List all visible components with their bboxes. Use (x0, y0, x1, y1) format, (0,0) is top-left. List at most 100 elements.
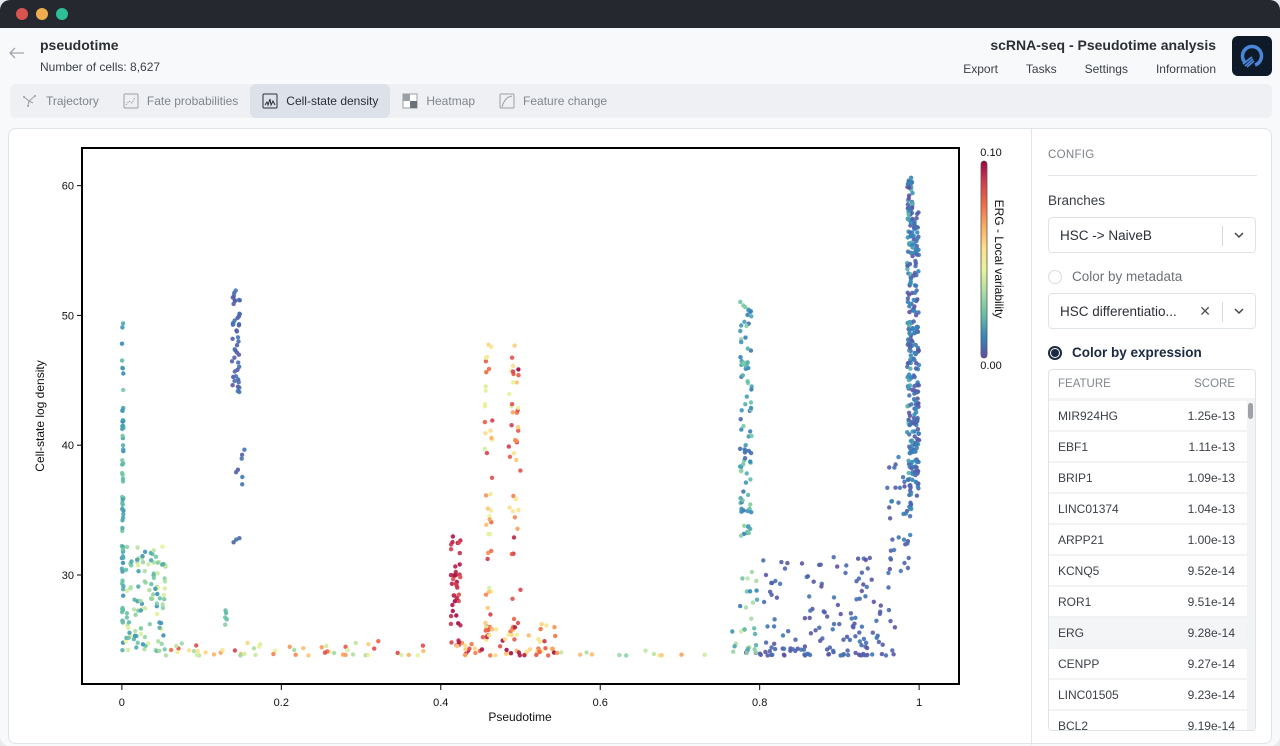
color-by-metadata-radio[interactable]: Color by metadata (1048, 269, 1182, 284)
scatter-point (242, 651, 247, 657)
scatter-point (485, 605, 490, 611)
tab-fate-probabilities[interactable]: Fate probabilities (111, 84, 250, 118)
scatter-point (902, 560, 907, 566)
table-row[interactable]: EBF1 1.11e-13 (1049, 432, 1255, 463)
scatter-point (458, 623, 463, 628)
scatter-point (749, 569, 755, 575)
table-row[interactable]: BCL2 9.19e-14 (1049, 711, 1255, 730)
column-header-score[interactable]: SCORE (1194, 378, 1235, 390)
scatter-point (515, 425, 521, 430)
feature-score: 1.00e-13 (1187, 532, 1235, 547)
scatter-point (506, 444, 511, 449)
scatter-point (504, 647, 509, 653)
scatter-point (912, 350, 917, 355)
scatter-point (743, 335, 748, 340)
scatter-point (488, 428, 493, 433)
scatter-point (908, 179, 914, 185)
plot-area: 0 0.2 0.4 0.6 0.8 1 30 40 50 60 Pseudotime Cell-… (9, 129, 1031, 745)
scatter-point (487, 517, 492, 522)
scatter-point (253, 652, 258, 658)
tab-cell-state-density[interactable]: Cell-state density (250, 84, 391, 118)
scatter-point (559, 650, 564, 655)
tab-feature-change[interactable]: Feature change (487, 84, 619, 118)
menu-export[interactable]: Export (963, 62, 998, 76)
scatter-point (542, 639, 547, 644)
scatter-point (748, 459, 753, 464)
scatter-point (888, 556, 893, 561)
arrow-left-icon[interactable] (8, 44, 26, 62)
scatter-point (486, 342, 491, 347)
chevron-down-icon[interactable] (1233, 305, 1245, 317)
scatter-point (912, 283, 918, 288)
scatter-point (782, 653, 787, 658)
scatter-point (912, 290, 918, 295)
tab-heatmap[interactable]: Heatmap (390, 84, 487, 118)
table-row[interactable]: ROR1 9.51e-14 (1049, 587, 1255, 618)
menu-tasks[interactable]: Tasks (1026, 62, 1057, 76)
menu-settings[interactable]: Settings (1085, 62, 1128, 76)
scrollbar[interactable] (1247, 401, 1255, 730)
scatter-point (802, 616, 808, 621)
scatter-point (905, 337, 911, 342)
tab-trajectory[interactable]: Trajectory (10, 84, 111, 118)
scatter-point (861, 636, 867, 642)
color-by-expression-radio[interactable]: Color by expression (1048, 345, 1202, 360)
scatter-point (456, 592, 462, 597)
scatter-point (752, 626, 757, 631)
table-row[interactable]: BRIP1 1.09e-13 (1049, 463, 1255, 494)
scatter-point (786, 629, 791, 634)
scatter-point (134, 633, 139, 639)
scatter-point (126, 625, 131, 631)
scatter-point (912, 391, 917, 396)
scatter-point (133, 612, 138, 617)
scatter-point (124, 544, 130, 550)
radio-button[interactable] (1048, 269, 1062, 284)
chevron-down-icon[interactable] (1233, 229, 1245, 241)
scatter-point (911, 373, 916, 378)
scatter-point (907, 309, 912, 315)
table-row[interactable]: MIR924HG 1.25e-13 (1049, 401, 1255, 432)
scatter-point (135, 557, 140, 562)
scatter-point (534, 652, 539, 658)
scatter-point (782, 566, 788, 571)
metadata-select[interactable]: HSC differentiatio... ✕ (1048, 293, 1256, 329)
table-row[interactable]: KCNQ5 9.52e-14 (1049, 556, 1255, 587)
scatter-point (908, 302, 913, 307)
scatter-point (301, 646, 306, 651)
table-row[interactable]: ARPP21 1.00e-13 (1049, 525, 1255, 556)
scatter-point (553, 633, 558, 639)
scatter-point (907, 292, 912, 297)
table-row[interactable]: CENPP 9.27e-14 (1049, 649, 1255, 680)
scatter-point (138, 631, 144, 637)
scatter-point (319, 645, 324, 650)
scatter-point (483, 431, 488, 436)
radio-button-selected[interactable] (1048, 345, 1062, 360)
scatter-point (236, 360, 241, 365)
close-window-button[interactable] (16, 8, 28, 20)
feature-score: 1.25e-13 (1187, 408, 1235, 423)
column-header-feature[interactable]: FEATURE (1058, 378, 1111, 390)
scatter-point (120, 321, 126, 326)
scatter-point (738, 299, 743, 305)
scatter-point (738, 629, 744, 634)
clear-icon[interactable]: ✕ (1199, 303, 1211, 320)
table-row[interactable]: LINC01505 9.23e-14 (1049, 680, 1255, 711)
scatter-point (162, 597, 167, 602)
maximize-window-button[interactable] (56, 8, 68, 20)
scatter-point (907, 331, 912, 336)
scatter-point (175, 650, 180, 655)
minimize-window-button[interactable] (36, 8, 48, 20)
scatter-point (148, 558, 154, 563)
menu-information[interactable]: Information (1156, 62, 1216, 76)
scatter-point (739, 339, 744, 345)
table-row[interactable]: ERG 9.28e-14 (1049, 618, 1255, 649)
scrollbar-thumb[interactable] (1248, 403, 1253, 419)
table-row[interactable]: LINC01374 1.04e-13 (1049, 494, 1255, 525)
app-logo-icon[interactable] (1232, 36, 1272, 76)
scatter-point (589, 652, 595, 657)
density-scatter-chart[interactable]: 0 0.2 0.4 0.6 0.8 1 30 40 50 60 Pseudotime Cell-… (9, 129, 1031, 745)
scatter-point (154, 611, 160, 617)
branches-select[interactable]: HSC -> NaiveB (1048, 217, 1256, 253)
scatter-point (482, 419, 488, 425)
scatter-point (738, 417, 743, 422)
